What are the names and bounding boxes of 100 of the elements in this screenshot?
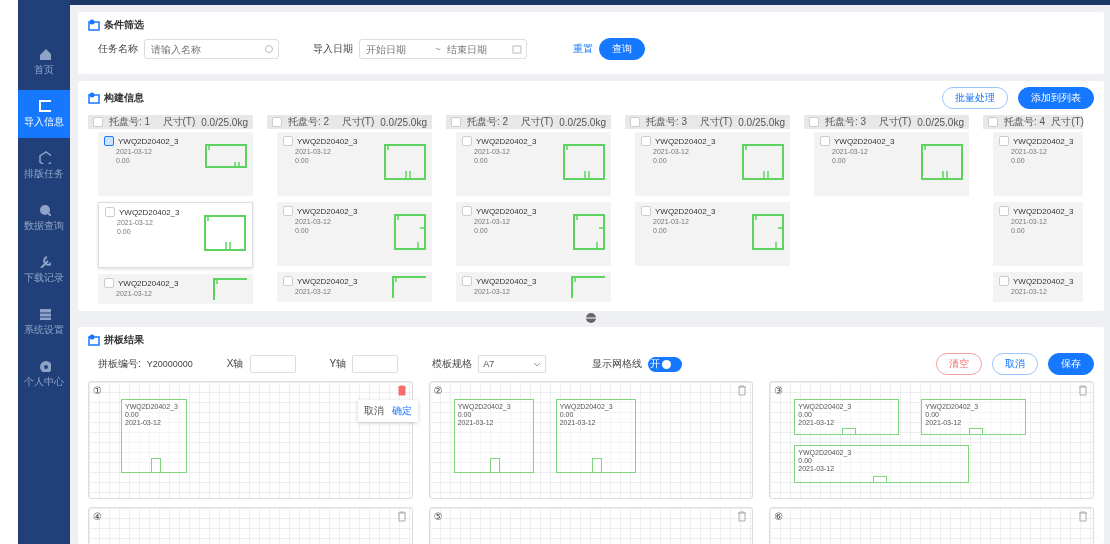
checkbox[interactable] bbox=[820, 136, 830, 146]
checkbox[interactable] bbox=[105, 207, 115, 217]
nav-item[interactable]: 个人中心 bbox=[18, 350, 70, 398]
checkbox[interactable] bbox=[283, 276, 293, 286]
weight-label: 0.0/25.0kg bbox=[738, 116, 785, 128]
y-input[interactable] bbox=[352, 355, 399, 373]
pallet-label: 托盘号: 4 bbox=[1004, 115, 1046, 129]
pallet-label: 托盘号: 1 bbox=[109, 115, 151, 129]
field-label: 导入日期 bbox=[313, 42, 353, 56]
trash-icon[interactable] bbox=[395, 384, 408, 396]
checkbox[interactable] bbox=[272, 117, 282, 127]
checkbox[interactable] bbox=[988, 117, 998, 127]
item-code: YWQ2D20402_3 bbox=[297, 276, 358, 286]
grid-toggle[interactable]: 开 bbox=[648, 356, 683, 372]
drag-handle-icon bbox=[585, 312, 597, 324]
board-number-label: ③ bbox=[774, 384, 784, 396]
weight-label: 0.0/25.0kg bbox=[201, 116, 248, 128]
floor-plan-drawing bbox=[394, 214, 426, 250]
floor-plan-drawing bbox=[204, 215, 246, 251]
nav-item[interactable]: 数据查询 bbox=[18, 194, 70, 242]
start-date-input[interactable]: 开始日期 bbox=[364, 42, 432, 56]
trash-icon[interactable] bbox=[736, 384, 749, 396]
trash-icon[interactable] bbox=[1077, 510, 1089, 522]
action-button[interactable]: 取消 bbox=[992, 353, 1038, 375]
confirm-link[interactable]: 确定 bbox=[391, 404, 412, 418]
field-label: Y轴 bbox=[329, 357, 347, 371]
checkbox[interactable] bbox=[93, 117, 103, 127]
trash-icon[interactable] bbox=[1077, 384, 1089, 396]
checkbox[interactable] bbox=[462, 206, 472, 216]
floor-plan-drawing bbox=[384, 144, 426, 180]
house-icon bbox=[37, 47, 51, 60]
checkbox[interactable] bbox=[999, 276, 1009, 286]
weight-label: 0.0/25.0kg bbox=[380, 116, 427, 128]
floor-plan-drawing bbox=[571, 276, 605, 298]
checkbox[interactable] bbox=[451, 117, 461, 127]
checkbox[interactable] bbox=[641, 206, 651, 216]
door-mark bbox=[489, 458, 500, 472]
action-button[interactable]: 添加到列表 bbox=[1018, 87, 1094, 109]
door-mark bbox=[873, 476, 888, 482]
item-code: YWQ2D20402_3 bbox=[655, 136, 716, 146]
checkbox[interactable] bbox=[462, 136, 472, 146]
nav-item[interactable]: 导入信息 bbox=[18, 90, 70, 138]
checkbox[interactable] bbox=[999, 136, 1009, 146]
name-field[interactable]: 请输入名称 bbox=[144, 39, 279, 59]
size-label: 尺寸(T) bbox=[699, 115, 733, 129]
x-input[interactable] bbox=[249, 355, 296, 373]
item-code: YWQ2D20402_3 bbox=[297, 206, 358, 216]
checkbox[interactable] bbox=[641, 136, 651, 146]
checkbox[interactable] bbox=[104, 136, 114, 146]
size-label: 尺寸(T) bbox=[878, 115, 912, 129]
hexagon-icon bbox=[37, 151, 51, 164]
checkbox[interactable] bbox=[999, 206, 1009, 216]
floor-plan-drawing bbox=[752, 214, 784, 250]
caret-icon bbox=[533, 360, 542, 368]
item-code: YWQ2D20402_3 bbox=[1013, 276, 1074, 286]
checkbox[interactable] bbox=[283, 136, 293, 146]
item-code: YWQ2D20402_3 bbox=[476, 276, 537, 286]
end-date-input[interactable]: 结束日期 bbox=[444, 42, 512, 56]
size-label: 尺寸(T) bbox=[162, 115, 196, 129]
trash-icon[interactable] bbox=[395, 510, 408, 522]
board-number: Y20000000 bbox=[146, 359, 193, 369]
name-input[interactable]: 请输入名称 bbox=[149, 42, 264, 56]
cancel-link[interactable]: 取消 bbox=[363, 404, 384, 418]
pallet-label: 托盘号: 3 bbox=[646, 115, 688, 129]
action-button[interactable]: 保存 bbox=[1048, 353, 1094, 375]
checkbox[interactable] bbox=[104, 278, 114, 288]
nav-item[interactable]: 下载记录 bbox=[18, 246, 70, 294]
checkbox[interactable] bbox=[462, 276, 472, 286]
checkbox[interactable] bbox=[809, 117, 819, 127]
checkbox[interactable] bbox=[630, 117, 640, 127]
nav-item[interactable]: 排版任务 bbox=[18, 142, 70, 190]
section-icon bbox=[88, 92, 100, 104]
field-label: X轴 bbox=[226, 357, 244, 371]
size-label: 尺寸(T) bbox=[520, 115, 554, 129]
section-title: 构建信息 bbox=[104, 91, 144, 105]
door-mark bbox=[150, 458, 161, 472]
checkbox[interactable] bbox=[283, 206, 293, 216]
pallet-label: 托盘号: 2 bbox=[467, 115, 509, 129]
pallet-label: 托盘号: 3 bbox=[825, 115, 867, 129]
floor-plan-drawing bbox=[563, 144, 605, 180]
section-title: 拼板结果 bbox=[104, 333, 144, 347]
action-button[interactable]: 批量处理 bbox=[942, 87, 1008, 109]
query-button[interactable]: 查询 bbox=[599, 38, 645, 60]
floor-plan-drawing bbox=[392, 276, 426, 298]
board-number-label: ② bbox=[433, 384, 443, 396]
trash-icon[interactable] bbox=[736, 510, 749, 522]
field-label: 显示网格线 bbox=[592, 357, 643, 371]
nav-item[interactable]: 首页 bbox=[18, 38, 70, 86]
section-icon bbox=[88, 19, 100, 31]
door-mark bbox=[591, 458, 602, 472]
board-number-label: ① bbox=[93, 384, 102, 396]
reset-button[interactable]: 重置 bbox=[573, 42, 593, 56]
template-select[interactable]: A7 bbox=[478, 355, 547, 373]
nav-item[interactable]: 系统设置 bbox=[18, 298, 70, 346]
list-icon bbox=[37, 307, 51, 320]
board-number-label: ⑤ bbox=[433, 510, 443, 522]
field-label: 模板规格 bbox=[432, 357, 473, 371]
item-code: YWQ2D20402_3 bbox=[1013, 136, 1074, 146]
item-code: YWQ2D20402_3 bbox=[1013, 206, 1074, 216]
item-code: YWQ2D20402_3 bbox=[834, 136, 895, 146]
